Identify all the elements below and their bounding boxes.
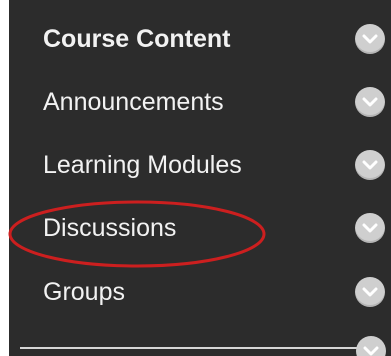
chevron-down-icon (362, 160, 378, 170)
menu-item-options-button[interactable] (355, 87, 385, 117)
menu-item-options-button[interactable] (355, 150, 385, 180)
menu-item-options-button[interactable] (355, 213, 385, 243)
menu-item-options-button[interactable] (355, 277, 385, 307)
panel-left-edge (0, 0, 9, 356)
chevron-down-icon (362, 97, 378, 107)
chevron-down-icon (362, 287, 378, 297)
menu-item-course-content[interactable]: Course Content (9, 9, 391, 69)
menu-item-options-button[interactable] (355, 24, 385, 54)
menu-item-label: Announcements (43, 87, 224, 116)
menu-item-label: Learning Modules (43, 150, 242, 179)
menu-item-learning-modules[interactable]: Learning Modules (9, 135, 391, 195)
course-menu-panel: Course Content Announcements Learning Mo… (0, 0, 391, 356)
chevron-down-icon (362, 223, 378, 233)
menu-item-label: Discussions (43, 213, 177, 242)
menu-item-groups[interactable]: Groups (9, 262, 391, 322)
menu-item-discussions[interactable]: Discussions (9, 198, 391, 258)
menu-item-label: Course Content (43, 24, 231, 53)
chevron-down-icon (362, 34, 378, 44)
menu-item-announcements[interactable]: Announcements (9, 72, 391, 132)
chevron-down-icon (363, 346, 379, 356)
menu-item-label: Groups (43, 277, 125, 306)
menu-divider (20, 347, 358, 349)
menu-item-options-button[interactable] (356, 336, 386, 356)
